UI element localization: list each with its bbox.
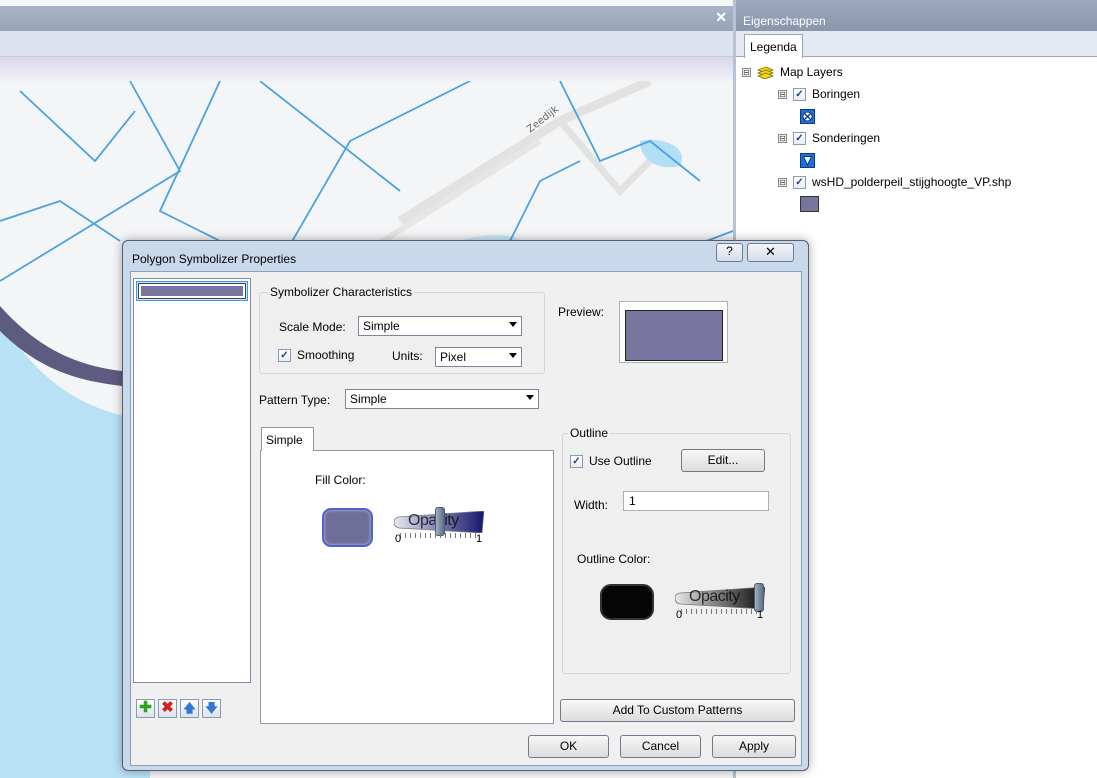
remove-symbol-icon[interactable]: ✖ [158,699,177,718]
scale-mode-value: Simple [363,319,400,333]
outline-opacity-max: 1 [757,609,764,621]
outline-opacity-thumb[interactable] [754,583,764,612]
apply-button[interactable]: Apply [712,735,796,758]
fill-color-swatch[interactable] [322,508,373,547]
help-button[interactable]: ? [716,243,743,262]
outline-color-label: Outline Color: [577,552,651,566]
outline-opacity-min: 0 [676,609,683,621]
sondering-symbol-icon [800,152,815,168]
polygon-symbolizer-dialog: Polygon Symbolizer Properties ? ✕ ✚ ✖ 🡅 … [122,240,809,771]
dialog-body: ✚ ✖ 🡅 🡇 Symbolizer Characteristics Scale… [130,271,802,766]
smoothing-checkbox[interactable]: ✓ Smoothing [278,348,354,362]
legend-symbol-row [742,193,1097,215]
fill-opacity-slider[interactable]: Opacity 0 1 [394,507,486,545]
outline-group: Outline ✓ Use Outline Edit... Width: Out… [562,426,791,674]
map-titlebar: ✕ [0,6,733,31]
layer-label-sonderingen: Sonderingen [812,131,881,145]
move-down-icon[interactable]: 🡇 [202,699,221,718]
map-toolbar [0,31,733,57]
tree-row-polderpeil[interactable]: ⊟ ✓ wsHD_polderpeil_stijghoogte_VP.shp [742,171,1097,193]
smoothing-check-icon[interactable]: ✓ [278,348,291,362]
fill-opacity-text: Opacity [408,512,459,529]
outline-opacity-slider[interactable]: Opacity 0 1 [675,583,767,621]
symbolizer-characteristics-label: Symbolizer Characteristics [268,285,415,299]
fill-opacity-min: 0 [395,533,402,545]
outline-opacity-text: Opacity [689,588,740,605]
move-up-icon[interactable]: 🡅 [180,699,199,718]
symbol-list-swatch [138,283,246,299]
legend-symbol-row [742,149,1097,171]
map-close-icon[interactable]: ✕ [715,9,727,26]
tree-row-map-layers[interactable]: ⊟ Map Layers [742,61,1097,83]
use-outline-label: Use Outline [589,454,652,468]
chevron-down-icon [526,395,534,400]
chevron-down-icon [509,353,517,358]
legend-tree: ⊟ Map Layers ⊟ ✓ Boringen ⊟ ✓ Sonderinge… [736,57,1097,215]
symbol-list-item[interactable] [136,281,248,301]
symbolizer-characteristics-group: Symbolizer Characteristics Scale Mode: S… [259,285,545,374]
layer-checkbox-sonderingen[interactable]: ✓ [793,131,806,145]
units-value: Pixel [440,350,467,364]
layer-checkbox-boringen[interactable]: ✓ [793,87,806,101]
scale-mode-label: Scale Mode: [279,320,346,334]
map-subtoolbar [0,57,733,81]
pattern-type-value: Simple [350,392,387,406]
outline-opacity-ticks [681,609,761,614]
outline-width-input[interactable] [623,491,769,511]
pattern-type-select[interactable]: Simple [345,389,539,409]
add-to-custom-patterns-button[interactable]: Add To Custom Patterns [560,699,795,722]
pattern-type-label: Pattern Type: [259,393,331,407]
simple-pattern-page: Fill Color: Opacity 0 1 [260,450,554,724]
chevron-down-icon [509,322,517,327]
use-outline-checkbox[interactable]: ✓ Use Outline [570,454,652,468]
cancel-button[interactable]: Cancel [620,735,701,758]
smoothing-label: Smoothing [297,348,355,362]
tree-row-sonderingen[interactable]: ⊟ ✓ Sonderingen [742,127,1097,149]
dialog-close-button[interactable]: ✕ [747,243,794,262]
properties-tabstrip: Legenda [736,31,1097,58]
preview-box [619,301,728,363]
outline-color-swatch[interactable] [600,584,654,620]
tab-simple[interactable]: Simple [261,427,314,451]
fill-opacity-thumb[interactable] [435,507,445,536]
tree-label-map-layers: Map Layers [780,65,843,79]
edit-outline-button[interactable]: Edit... [681,449,765,472]
outline-group-label: Outline [568,426,611,440]
scale-mode-select[interactable]: Simple [358,316,522,336]
symbol-list-tools: ✚ ✖ 🡅 🡇 [136,699,221,718]
fill-opacity-ticks [400,533,480,538]
fill-color-label: Fill Color: [315,473,366,487]
map-layers-icon [757,66,774,79]
collapse-icon[interactable]: ⊟ [742,67,751,77]
width-label: Width: [574,498,609,512]
collapse-icon[interactable]: ⊟ [778,89,787,99]
preview-label: Preview: [558,305,605,319]
polygon-swatch-icon[interactable] [800,196,819,212]
layer-label-polderpeil: wsHD_polderpeil_stijghoogte_VP.shp [812,175,1012,189]
units-select[interactable]: Pixel [435,347,522,367]
layer-checkbox-polderpeil[interactable]: ✓ [793,175,806,189]
dialog-title: Polygon Symbolizer Properties [132,252,297,266]
preview-fill [625,310,723,361]
collapse-icon[interactable]: ⊟ [778,177,787,187]
tab-legenda[interactable]: Legenda [744,34,803,58]
units-label: Units: [392,349,423,363]
boring-symbol-icon [800,108,815,124]
ok-button[interactable]: OK [528,735,609,758]
collapse-icon[interactable]: ⊟ [778,133,787,143]
fill-opacity-max: 1 [476,533,483,545]
add-symbol-icon[interactable]: ✚ [136,699,155,718]
symbol-list[interactable] [133,278,251,683]
layer-label-boringen: Boringen [812,87,861,101]
tree-row-boringen[interactable]: ⊟ ✓ Boringen [742,83,1097,105]
properties-header: Eigenschappen [736,0,1097,31]
use-outline-check-icon[interactable]: ✓ [570,454,583,468]
legend-symbol-row [742,105,1097,127]
